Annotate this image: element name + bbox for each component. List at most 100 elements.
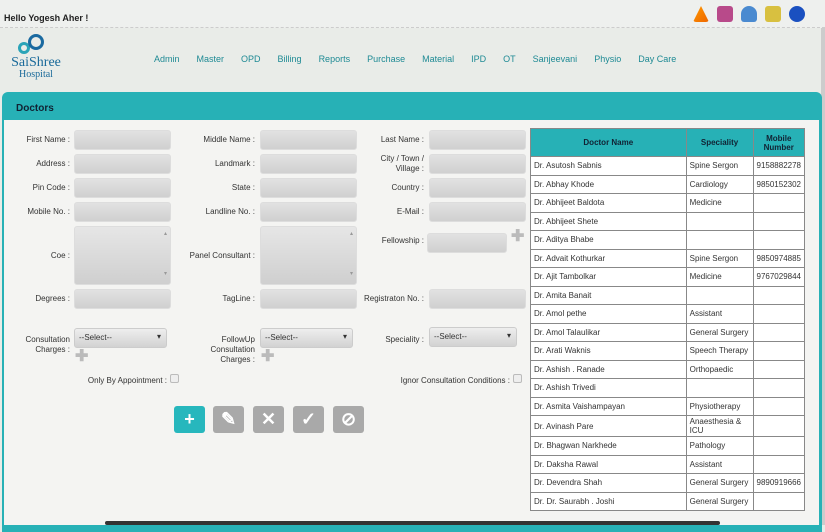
warning-icon[interactable] [693,6,709,22]
ignor-consultation-checkbox[interactable] [513,374,522,383]
add-consultation-plus-icon[interactable]: ✚ [75,349,88,365]
logo-subtext: Hospital [19,69,53,80]
city-input[interactable] [429,154,526,174]
speciality-cell: Assistant [685,304,754,324]
landmark-input[interactable] [260,154,357,174]
table-row[interactable]: Dr. Devendra Shah General Surgery 98909196… [530,473,805,493]
nav-item-day-care[interactable]: Day Care [638,54,676,64]
horizontal-scrollbar[interactable] [105,521,720,525]
notes-icon[interactable] [717,6,733,22]
mobile-cell: 9850974885 [752,248,805,268]
table-row[interactable]: Dr. Amol Talaulikar General Surgery [530,322,805,342]
power-icon[interactable] [789,6,805,22]
nav-item-ipd[interactable]: IPD [471,54,486,64]
mobile-cell: 9767029844 [752,267,805,287]
logo-text: SaiShree [11,55,61,70]
fellowship-input[interactable] [427,233,507,253]
doctor-name-cell: Dr. Aditya Bhabe [530,230,687,250]
speciality-cell: Medicine [685,193,754,213]
doctor-name-cell: Dr. Abhijeet Shete [530,211,687,231]
tagline-label: TagLine : [222,294,255,303]
mobile-cell [752,359,805,379]
table-row[interactable]: Dr. Asutosh Sabnis Spine Sergon 9158882278 [530,156,805,176]
registration-input[interactable] [429,289,526,309]
country-input[interactable] [429,178,526,198]
table-row[interactable]: Dr. Ashish . Ranade Orthopaedic [530,359,805,379]
middle-name-label: Middle Name : [203,135,255,144]
doctor-name-cell: Dr. Amol Talaulikar [530,322,687,342]
table-row[interactable]: Dr. Dr. Saurabh . Joshi General Surgery [530,491,805,511]
panel-consultant-listbox[interactable] [260,226,357,285]
nav-item-ot[interactable]: OT [503,54,516,64]
nav-item-admin[interactable]: Admin [154,54,180,64]
settings-icon[interactable] [765,6,781,22]
save-button[interactable]: ✓ [293,406,324,433]
user-icon[interactable] [741,6,757,22]
cancel-button[interactable]: ⊘ [333,406,364,433]
table-row[interactable]: Dr. Avinash Pare Anaesthesia & ICU [530,415,805,437]
nav-item-material[interactable]: Material [422,54,454,64]
selected-value: --Select-- [265,333,298,342]
add-followup-plus-icon[interactable]: ✚ [261,349,274,365]
page-title: Doctors [16,103,54,114]
mobile-cell [752,304,805,324]
speciality-cell: Speech Therapy [685,341,754,361]
followup-charges-select[interactable]: --Select-- [260,328,353,348]
speciality-cell: Medicine [685,267,754,287]
main-nav: Admin Master OPD Billing Reports Purchase Mate… [154,54,693,64]
nav-item-sanjeevani[interactable]: Sanjeevani [533,54,578,64]
table-row[interactable]: Dr. Amol pethe Assistant [530,304,805,324]
nav-item-purchase[interactable]: Purchase [367,54,405,64]
nav-item-reports[interactable]: Reports [319,54,351,64]
nav-item-physio[interactable]: Physio [594,54,621,64]
nav-item-opd[interactable]: OPD [241,54,261,64]
table-row[interactable]: Dr. Abhay Khode Cardiology 9850152302 [530,174,805,194]
table-row[interactable]: Dr. Advait Kothurkar Spine Sergon 98509748… [530,248,805,268]
add-button[interactable]: + [174,406,205,433]
doctor-name-cell: Dr. Amita Banait [530,285,687,305]
speciality-cell [685,230,754,250]
table-row[interactable]: Dr. Arati Waknis Speech Therapy [530,341,805,361]
mobile-cell [752,285,805,305]
column-header-mobile[interactable]: Mobile Number [752,128,805,157]
landline-label: Landline No. : [205,207,255,216]
address-label: Address : [36,159,70,168]
table-row[interactable]: Dr. Asmita Vaishampayan Physiotherapy [530,396,805,416]
speciality-cell: Spine Sergon [685,156,754,176]
table-row[interactable]: Dr. Ajit Tambolkar Medicine 9767029844 [530,267,805,287]
email-input[interactable] [429,202,526,222]
consultation-charges-select[interactable]: --Select-- [74,328,167,348]
top-bar: Hello Yogesh Aher ! [0,0,825,28]
only-by-appointment-checkbox[interactable] [170,374,179,383]
doctor-name-cell: Dr. Daksha Rawal [530,454,687,474]
doctor-name-cell: Dr. Ajit Tambolkar [530,267,687,287]
table-row[interactable]: Dr. Abhijeet Baldota Medicine [530,193,805,213]
nav-item-master[interactable]: Master [197,54,225,64]
table-row[interactable]: Dr. Ashish Trivedi [530,378,805,398]
doctor-name-cell: Dr. Asmita Vaishampayan [530,396,687,416]
column-header-speciality[interactable]: Speciality [685,128,754,157]
doctor-name-cell: Dr. Asutosh Sabnis [530,156,687,176]
ignor-consultation-label: Ignor Consultation Conditions : [400,376,510,385]
speciality-cell [685,211,754,231]
last-name-label: Last Name : [380,135,424,144]
column-header-doctor-name[interactable]: Doctor Name [530,128,687,157]
table-row[interactable]: Dr. Daksha Rawal Assistant [530,454,805,474]
table-row[interactable]: Dr. Bhagwan Narkhede Pathology [530,436,805,456]
mobile-cell: 9850152302 [752,174,805,194]
nav-item-billing[interactable]: Billing [278,54,302,64]
table-row[interactable]: Dr. Abhijeet Shete [530,211,805,231]
speciality-select[interactable]: --Select-- [429,327,517,347]
table-row[interactable]: Dr. Amita Banait [530,285,805,305]
hospital-logo[interactable]: SaiShree Hospital [6,32,66,80]
mobile-cell [752,211,805,231]
speciality-cell: Pathology [685,436,754,456]
delete-button[interactable]: ✕ [253,406,284,433]
doctor-name-cell: Dr. Advait Kothurkar [530,248,687,268]
add-fellowship-plus-icon[interactable]: ✚ [511,229,524,245]
speciality-cell: General Surgery [685,473,754,493]
last-name-input[interactable] [429,130,526,150]
speciality-cell: Orthopaedic [685,359,754,379]
table-row[interactable]: Dr. Aditya Bhabe [530,230,805,250]
edit-button[interactable]: ✎ [213,406,244,433]
